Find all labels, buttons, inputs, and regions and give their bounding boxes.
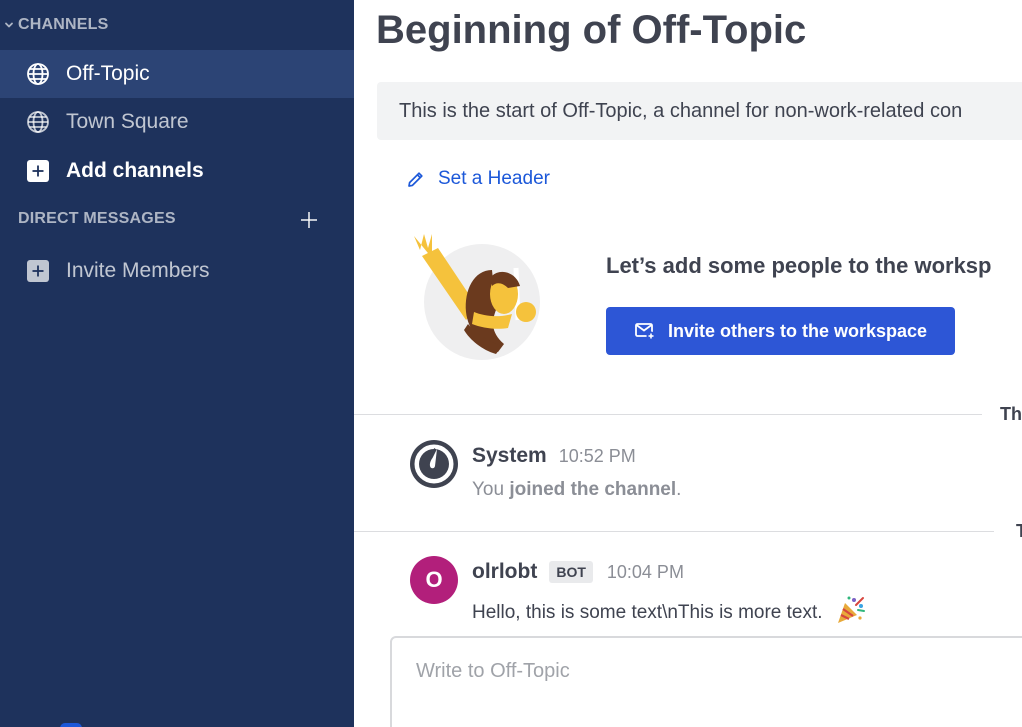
post-message: Hello, this is some text\nThis is more t… (472, 594, 866, 626)
post-header: System 10:52 PM (472, 444, 636, 468)
party-popper-icon (837, 596, 865, 623)
plus-icon[interactable] (300, 211, 318, 229)
plus-box-icon (26, 159, 50, 183)
status-dot (60, 723, 82, 727)
post-bot[interactable]: O olrlobt BOT 10:04 PM Hello, this is so… (354, 546, 1022, 636)
avatar-letter: O (425, 567, 443, 592)
post-message-text: Hello, this is some text\nThis is more t… (472, 602, 823, 623)
sidebar-item-label: Off-Topic (66, 62, 150, 85)
globe-icon (26, 110, 50, 134)
chevron-down-icon (5, 22, 13, 28)
post-author[interactable]: olrlobt (472, 560, 537, 584)
invite-others-button[interactable]: Invite others to the workspace (606, 307, 955, 355)
invite-members-label: Invite Members (66, 259, 210, 282)
post-time[interactable]: 10:52 PM (559, 446, 636, 467)
post-message-suffix: . (676, 479, 682, 500)
set-header-button[interactable]: Set a Header (406, 168, 550, 190)
post-message: You joined the channel. (472, 479, 681, 501)
add-people-heading: Let’s add some people to the worksp (606, 253, 992, 278)
invite-members-button[interactable]: Invite Members (0, 247, 354, 295)
channels-header-label: CHANNELS (18, 16, 109, 33)
channel-view: Beginning of Off-Topic This is the start… (354, 0, 1022, 727)
channel-intro-text: This is the start of Off-Topic, a channe… (399, 99, 963, 122)
globe-icon (26, 62, 50, 86)
avatar[interactable]: O (410, 556, 458, 604)
sidebar-item-town-square[interactable]: Town Square (0, 98, 354, 146)
add-channels-label: Add channels (66, 159, 204, 182)
message-composer (390, 636, 1022, 727)
mattermost-logo-icon (410, 440, 458, 488)
post-message-bold: joined the channel (509, 479, 677, 500)
direct-messages-section-header[interactable]: DIRECT MESSAGES (0, 204, 354, 234)
sidebar-item-off-topic[interactable]: Off-Topic (0, 50, 354, 98)
set-header-label: Set a Header (438, 168, 550, 189)
date-separator-label: Th (1000, 404, 1022, 424)
channels-section-header[interactable]: CHANNELS (0, 10, 354, 40)
post-author[interactable]: System (472, 444, 547, 468)
post-header: olrlobt BOT 10:04 PM (472, 560, 684, 584)
bot-badge: BOT (549, 561, 593, 583)
sidebar-item-label: Town Square (66, 110, 189, 133)
post-time[interactable]: 10:04 PM (607, 562, 684, 583)
add-channels-button[interactable]: Add channels (0, 147, 354, 195)
post-message-prefix: You (472, 479, 510, 500)
mail-plus-icon (635, 323, 656, 341)
message-input[interactable] (416, 660, 1016, 700)
waving-person-illustration (414, 234, 540, 360)
direct-messages-header-label: DIRECT MESSAGES (18, 210, 176, 227)
invite-others-label: Invite others to the workspace (667, 320, 928, 341)
sidebar: CHANNELS Off-Topic Town Square Add chann… (0, 0, 354, 727)
date-separator-label: T (1016, 521, 1022, 541)
channel-intro: This is the start of Off-Topic, a channe… (377, 82, 1022, 140)
page-title: Beginning of Off-Topic (376, 8, 807, 52)
date-separator-line (354, 414, 982, 415)
post-system[interactable]: System 10:52 PM You joined the channel. (354, 430, 1022, 530)
pencil-icon (408, 172, 423, 187)
date-separator-line (354, 531, 994, 532)
plus-box-icon (26, 259, 50, 283)
